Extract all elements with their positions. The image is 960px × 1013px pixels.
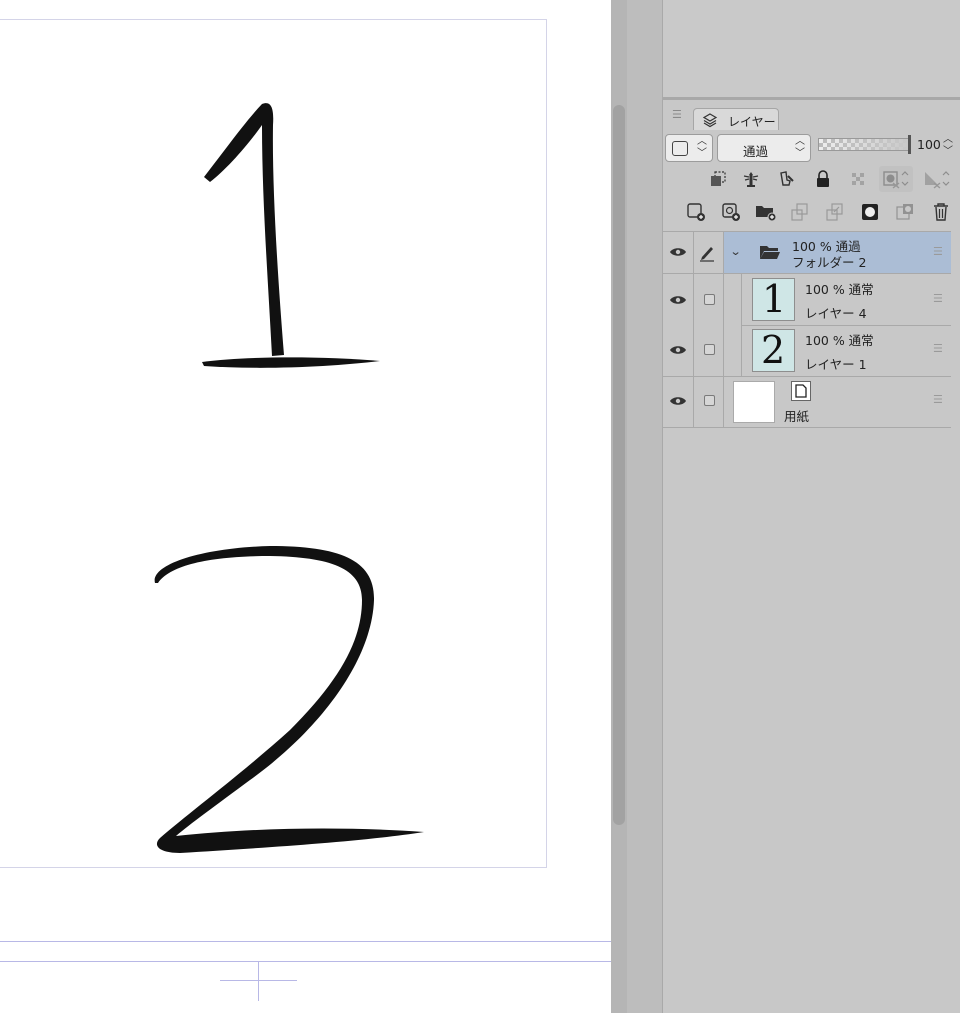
layer-row-layer-4[interactable]: 1 100 % 通常 レイヤー 4 ☰ (663, 274, 951, 326)
clip-to-lower-layer-icon[interactable] (707, 168, 729, 190)
eye-icon[interactable] (668, 293, 688, 307)
guide-line-bottom (0, 961, 611, 962)
layer-thumbnail: 1 (752, 278, 795, 321)
layer-row-paper[interactable]: 用紙 ☰ (663, 377, 951, 428)
drawing-strokes (154, 103, 424, 853)
palette-menu-icon[interactable]: ☰ (672, 108, 682, 121)
pen-editing-icon (697, 243, 717, 263)
guide-line-top (0, 941, 611, 942)
canvas-scrollbar-thumb[interactable] (613, 105, 625, 825)
canvas-area[interactable] (0, 0, 611, 1013)
stroke-digit-one (204, 103, 284, 356)
crosshair-vertical (258, 961, 259, 1001)
create-layer-mask-icon[interactable] (859, 201, 881, 223)
square-icon (672, 141, 688, 156)
delete-layer-icon[interactable] (930, 201, 952, 223)
upper-palette (663, 0, 960, 100)
stroke-digit-two (154, 546, 424, 853)
layer-opacity-blend: 100 % 通常 (805, 333, 874, 348)
lock-transparent-pixels-icon[interactable] (847, 168, 869, 190)
eye-icon[interactable] (668, 245, 688, 259)
layer-name[interactable]: フォルダー 2 (792, 252, 866, 271)
layer-thumbnail: 2 (752, 329, 795, 372)
new-vector-layer-icon[interactable] (720, 201, 742, 223)
layers-icon (702, 113, 718, 128)
mask-enable-toggle-icon[interactable] (879, 166, 913, 192)
apply-mask-icon[interactable] (894, 201, 916, 223)
stroke-digit-one-base (202, 357, 380, 368)
new-raster-layer-icon[interactable] (685, 201, 707, 223)
layer-row-layer-1[interactable]: 2 100 % 通常 レイヤー 1 ☰ (663, 326, 951, 377)
layer-checkbox[interactable] (704, 344, 715, 355)
draft-layer-icon[interactable] (776, 168, 798, 190)
paper-thumbnail (733, 381, 775, 423)
ruler-range-toggle-icon[interactable] (920, 166, 954, 192)
lock-icon[interactable] (812, 168, 834, 190)
folder-expand-chevron-icon[interactable]: ⌄ (730, 245, 742, 258)
layer-tab-label: レイヤー (728, 115, 776, 129)
layer-color-selector[interactable]: ︿ ﹀ (665, 134, 713, 162)
layer-tab[interactable]: レイヤー (693, 108, 779, 130)
updown-chevron-icon: ︿ ﹀ (795, 136, 805, 159)
layer-palette: ☰ レイヤー ︿ ﹀ 通過 ︿ ﹀ 100 ︿ ﹀ ⌄ 100 % 通過 フォル… (663, 100, 960, 1013)
opacity-slider[interactable] (818, 135, 911, 154)
blend-mode-select[interactable]: 通過 ︿ ﹀ (717, 134, 811, 162)
updown-chevron-icon: ︿ ﹀ (697, 136, 707, 159)
open-folder-icon (758, 243, 782, 261)
opacity-value[interactable]: 100 (917, 137, 941, 152)
opacity-stepper-icon[interactable]: ︿ ﹀ (943, 134, 953, 158)
drag-handle-icon[interactable]: ☰ (933, 342, 943, 355)
layer-name[interactable]: レイヤー 1 (805, 354, 867, 373)
drag-handle-icon[interactable]: ☰ (933, 292, 943, 305)
transfer-to-lower-layer-icon[interactable] (789, 201, 811, 223)
reference-layer-icon[interactable] (740, 168, 762, 190)
opacity-slider-handle[interactable] (908, 135, 911, 154)
layer-name[interactable]: 用紙 (784, 406, 809, 425)
eye-icon[interactable] (668, 343, 688, 357)
layer-checkbox[interactable] (704, 294, 715, 305)
palette-dock-strip (627, 0, 663, 1013)
eye-icon[interactable] (668, 394, 688, 408)
new-folder-icon[interactable] (754, 201, 778, 223)
drag-handle-icon[interactable]: ☰ (933, 393, 943, 406)
layer-checkbox[interactable] (704, 395, 715, 406)
blend-mode-value: 通過 (743, 144, 769, 159)
paper-layer-icon (791, 381, 811, 401)
drag-handle-icon[interactable]: ☰ (933, 245, 943, 258)
layer-row-folder[interactable]: ⌄ 100 % 通過 フォルダー 2 ☰ (663, 232, 951, 274)
merge-layer-icon[interactable] (824, 201, 846, 223)
layer-opacity-blend: 100 % 通常 (805, 282, 874, 297)
layer-name[interactable]: レイヤー 4 (805, 303, 867, 322)
